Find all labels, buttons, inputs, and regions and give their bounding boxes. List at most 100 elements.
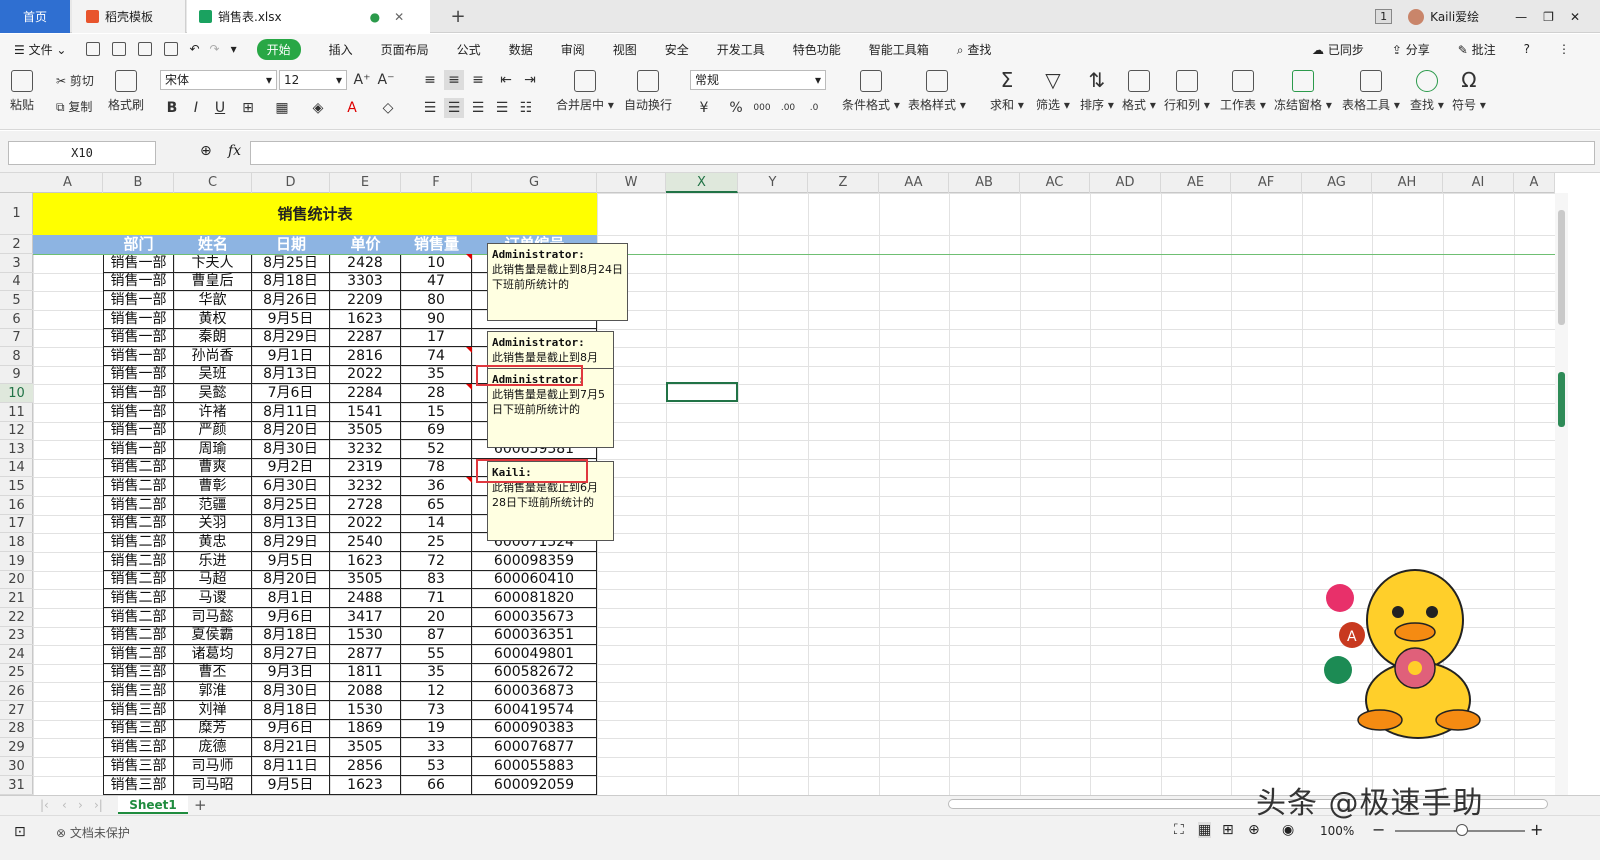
table-cell[interactable]: 乐进 xyxy=(174,552,252,571)
sheet-title-cell[interactable]: 销售统计表 xyxy=(33,193,597,235)
wrap-text-button[interactable]: 自动换行 xyxy=(624,70,672,113)
zoom-slider-thumb[interactable] xyxy=(1456,824,1468,836)
table-cell[interactable]: 1623 xyxy=(330,552,401,571)
table-cell[interactable]: 销售三部 xyxy=(103,720,174,738)
thousands-icon[interactable]: 000 xyxy=(752,98,772,118)
table-cell[interactable]: 2022 xyxy=(330,366,401,384)
column-header[interactable]: AD xyxy=(1090,173,1161,193)
table-cell[interactable]: 3417 xyxy=(330,608,401,627)
column-header[interactable]: AI xyxy=(1443,173,1514,193)
next-sheet-icon[interactable]: › xyxy=(78,798,83,812)
column-header[interactable]: G xyxy=(472,173,597,193)
table-header[interactable]: 部门 xyxy=(103,235,174,254)
format-button[interactable]: 格式 ▾ xyxy=(1122,70,1156,113)
menu-share[interactable]: ⇪ 分享 xyxy=(1392,41,1430,58)
find-button[interactable]: 查找 ▾ xyxy=(1410,70,1444,113)
table-cell[interactable]: 35 xyxy=(401,366,472,384)
italic-button[interactable]: I xyxy=(186,98,206,118)
row-header[interactable]: 18 xyxy=(0,533,33,552)
column-header[interactable]: D xyxy=(252,173,330,193)
table-cell[interactable]: 9月1日 xyxy=(252,347,330,366)
zoom-level[interactable]: 100% xyxy=(1320,824,1354,838)
underline-button[interactable]: U xyxy=(210,98,230,118)
table-cell[interactable]: 严颜 xyxy=(174,422,252,440)
table-cell[interactable]: 3232 xyxy=(330,477,401,496)
table-cell[interactable]: 销售二部 xyxy=(103,589,174,608)
table-tools-button[interactable]: 表格工具 ▾ xyxy=(1342,70,1400,113)
menu-view[interactable]: 视图 xyxy=(613,41,637,58)
copy-button[interactable]: ⧉ 复制 xyxy=(56,98,92,115)
table-cell[interactable]: 1530 xyxy=(330,627,401,645)
table-cell[interactable]: 2209 xyxy=(330,291,401,310)
table-cell[interactable]: 8月27日 xyxy=(252,645,330,664)
close-tab-icon[interactable]: ✕ xyxy=(394,10,404,24)
decrease-decimal-icon[interactable]: .0 xyxy=(804,98,824,118)
row-header[interactable]: 14 xyxy=(0,459,33,477)
align-left-icon[interactable]: ☰ xyxy=(420,98,440,118)
page-layout-icon[interactable]: ⊞ xyxy=(1222,822,1234,838)
table-cell[interactable]: 销售三部 xyxy=(103,701,174,720)
table-cell[interactable]: 1623 xyxy=(330,310,401,329)
table-cell[interactable]: 8月29日 xyxy=(252,329,330,347)
sheet-tab[interactable]: Sheet1 xyxy=(118,796,188,814)
table-cell[interactable]: 8月30日 xyxy=(252,682,330,701)
save-icon[interactable] xyxy=(86,42,101,56)
column-header[interactable]: AC xyxy=(1020,173,1090,193)
conditional-format-button[interactable]: 条件格式 ▾ xyxy=(842,70,900,113)
table-cell[interactable]: 80 xyxy=(401,291,472,310)
first-sheet-icon[interactable]: |‹ xyxy=(40,798,49,812)
table-cell[interactable]: 17 xyxy=(401,329,472,347)
table-cell[interactable]: 2319 xyxy=(330,459,401,477)
row-header[interactable]: 30 xyxy=(0,757,33,776)
add-sheet-button[interactable]: + xyxy=(194,796,207,814)
row-header[interactable]: 3 xyxy=(0,254,33,273)
table-cell[interactable]: 3303 xyxy=(330,273,401,291)
table-cell[interactable]: 74 xyxy=(401,347,472,366)
table-cell[interactable]: 2856 xyxy=(330,757,401,776)
paste-button[interactable]: 粘贴 xyxy=(10,70,34,113)
table-cell[interactable]: 许褚 xyxy=(174,403,252,422)
column-header[interactable]: AG xyxy=(1302,173,1372,193)
table-cell[interactable]: 9月5日 xyxy=(252,552,330,571)
eye-protect-icon[interactable]: ◉ xyxy=(1282,822,1294,838)
table-cell[interactable]: 销售三部 xyxy=(103,664,174,682)
table-cell[interactable]: 销售一部 xyxy=(103,403,174,422)
protect-status[interactable]: ⊗ 文档未保护 xyxy=(56,824,130,841)
table-cell[interactable]: 1541 xyxy=(330,403,401,422)
table-cell[interactable]: 12 xyxy=(401,682,472,701)
table-cell[interactable]: 9月5日 xyxy=(252,310,330,329)
column-header[interactable]: A xyxy=(1514,173,1555,193)
menu-developer[interactable]: 开发工具 xyxy=(717,41,765,58)
table-cell[interactable]: 2287 xyxy=(330,329,401,347)
font-color-icon[interactable]: A xyxy=(342,98,362,118)
column-header[interactable]: B xyxy=(103,173,174,193)
table-cell[interactable]: 6月30日 xyxy=(252,477,330,496)
column-header[interactable]: Y xyxy=(738,173,808,193)
table-cell[interactable]: 8月13日 xyxy=(252,515,330,533)
table-cell[interactable]: 销售二部 xyxy=(103,496,174,515)
row-header[interactable]: 29 xyxy=(0,738,33,757)
table-cell[interactable]: 8月25日 xyxy=(252,496,330,515)
menu-formula[interactable]: 公式 xyxy=(457,41,481,58)
table-cell[interactable]: 马超 xyxy=(174,571,252,589)
formula-input[interactable] xyxy=(250,141,1595,165)
table-cell[interactable]: 范疆 xyxy=(174,496,252,515)
fullscreen-icon[interactable]: ⛶ xyxy=(1174,822,1184,838)
table-cell[interactable]: 2022 xyxy=(330,515,401,533)
justify-icon[interactable]: ☰ xyxy=(492,98,512,118)
zoom-out-icon[interactable]: − xyxy=(1372,820,1385,839)
tab-templates[interactable]: 稻壳模板 xyxy=(72,0,186,33)
menu-data[interactable]: 数据 xyxy=(509,41,533,58)
menu-start[interactable]: 开始 xyxy=(256,38,301,60)
tab-home[interactable]: 首页 xyxy=(0,0,70,33)
row-header[interactable]: 17 xyxy=(0,515,33,533)
sort-button[interactable]: ⇅ 排序 ▾ xyxy=(1080,70,1114,113)
column-header[interactable]: F xyxy=(401,173,472,193)
row-header[interactable]: 31 xyxy=(0,776,33,795)
table-cell[interactable]: 19 xyxy=(401,720,472,738)
row-header[interactable]: 8 xyxy=(0,347,33,366)
indent-decrease-icon[interactable]: ⇤ xyxy=(496,70,516,90)
table-cell[interactable]: 600582672 xyxy=(472,664,597,682)
table-header[interactable]: 销售量 xyxy=(401,235,472,254)
font-select[interactable]: 宋体 ▾ xyxy=(160,70,277,90)
